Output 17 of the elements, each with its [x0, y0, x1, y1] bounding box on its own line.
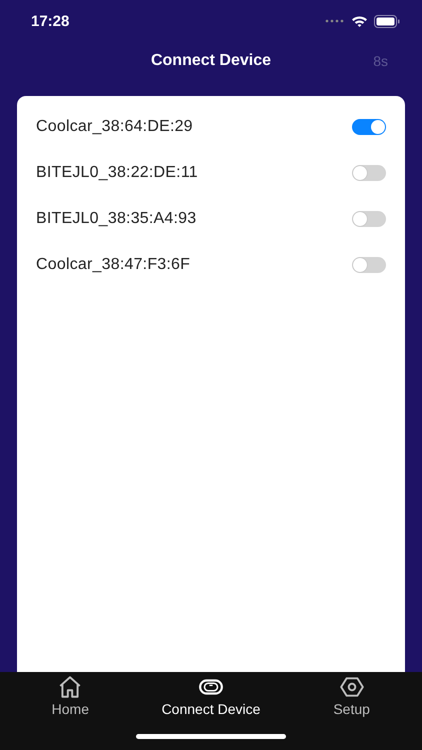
screen-title: Connect Device: [150, 52, 272, 70]
device-name[interactable]: Coolcar_38:64:DE:29: [36, 118, 193, 136]
toggle-switch[interactable]: [352, 257, 386, 273]
battery-icon: [374, 14, 400, 28]
tab-item[interactable]: Connect Device: [140, 674, 281, 717]
device-name[interactable]: BITEJL0_38:35:A4:93: [36, 210, 196, 228]
device-name[interactable]: BITEJL0_38:22:DE:11: [36, 164, 198, 182]
countdown-label: 8s: [373, 53, 388, 69]
toggle-switch[interactable]: [352, 165, 386, 181]
signal-icon: [325, 19, 345, 23]
wifi-icon: [351, 15, 368, 27]
toggle-switch[interactable]: [352, 211, 386, 227]
device-name[interactable]: Coolcar_38:47:F3:6F: [36, 256, 190, 274]
tab-item[interactable]: Home: [0, 674, 140, 717]
tab-item[interactable]: Setup: [282, 674, 422, 717]
toggle-switch[interactable]: [352, 119, 386, 135]
status-time: 17:28: [31, 12, 70, 30]
